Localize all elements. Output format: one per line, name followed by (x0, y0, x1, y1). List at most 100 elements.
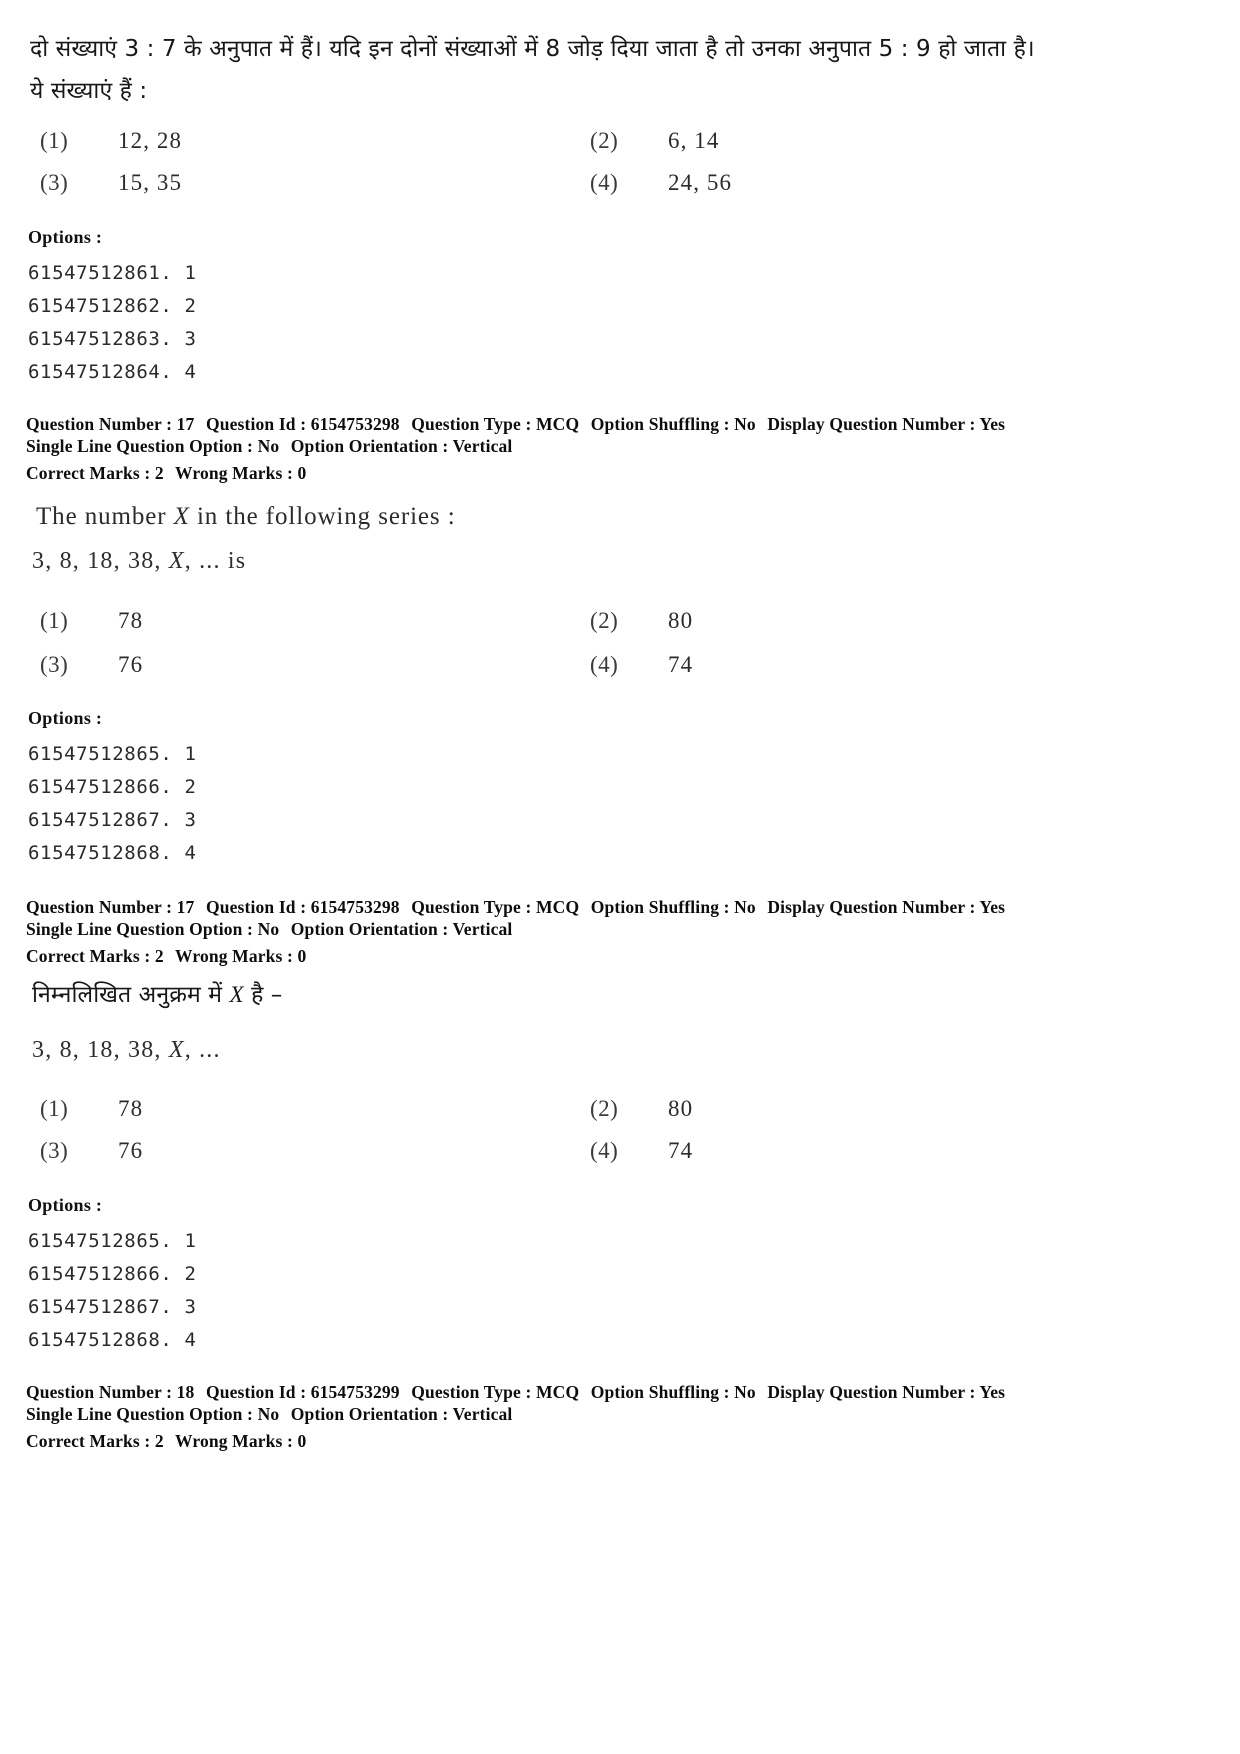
option-id-1: 61547512865. 1 (28, 743, 197, 765)
display-question-number-label: Display Question Number : (767, 1382, 976, 1402)
question-type-value: MCQ (536, 414, 580, 434)
choice-value: 74 (668, 1138, 694, 1163)
choice-number: (1) (40, 128, 69, 153)
question-17-english-series: 3, 8, 18, 38, X, ... is (32, 548, 246, 575)
choice-number: (2) (590, 1096, 619, 1121)
choice-value: 6, 14 (668, 128, 720, 153)
display-question-number-label: Display Question Number : (767, 897, 976, 917)
choice-option-3[interactable]: (3) 76 (40, 652, 590, 678)
question-id-label: Question Id : (206, 1382, 307, 1402)
option-orientation-value: Vertical (452, 919, 513, 939)
correct-marks-label: Correct Marks : (26, 463, 151, 483)
question-17-hindi-series-options-block: Options : 61547512865. 1 61547512866. 2 … (28, 1195, 197, 1357)
display-question-number-value: Yes (979, 897, 1006, 917)
question-number-label: Question Number : (26, 897, 173, 917)
question-17-english-options-block: Options : 61547512865. 1 61547512866. 2 … (28, 708, 197, 870)
question-type-label: Question Type : (411, 414, 532, 434)
question-17-english-choices: (1) 78 (2) 80 (3) 76 (4) 74 (40, 608, 1140, 678)
choice-row: (1) 78 (2) 80 (40, 608, 1140, 634)
choice-option-4[interactable]: (4) 74 (590, 652, 1140, 678)
display-question-number-label: Display Question Number : (767, 414, 976, 434)
choice-value: 78 (118, 1096, 144, 1121)
choice-value: 78 (118, 608, 144, 633)
choice-option-3[interactable]: (3) 76 (40, 1138, 590, 1164)
metadata-block-1: Question Number : 17 Question Id : 61547… (26, 413, 1206, 484)
option-shuffling-value: No (734, 897, 756, 917)
choice-number: (3) (40, 170, 69, 195)
choice-option-2[interactable]: (2) 80 (590, 608, 1140, 634)
option-orientation-value: Vertical (452, 1404, 513, 1424)
question-number-label: Question Number : (26, 1382, 173, 1402)
series-variable-x: X (168, 1037, 185, 1063)
wrong-marks-label: Wrong Marks : (175, 1431, 294, 1451)
choice-option-1[interactable]: (1) 12, 28 (40, 128, 590, 154)
question-17-hindi-stem-line1: दो संख्याएं 3 : 7 के अनुपात में हैं। यदि… (30, 36, 1035, 62)
stem-text-post: है – (243, 982, 283, 1008)
choice-option-2[interactable]: (2) 6, 14 (590, 128, 1140, 154)
option-id-4: 61547512864. 4 (28, 361, 197, 383)
choice-number: (2) (590, 608, 619, 633)
display-question-number-value: Yes (979, 414, 1006, 434)
choice-option-3[interactable]: (3) 15, 35 (40, 170, 590, 196)
wrong-marks-value: 0 (297, 946, 307, 966)
question-17-english-stem: The number X in the following series : (36, 500, 456, 534)
wrong-marks-label: Wrong Marks : (175, 463, 294, 483)
choice-row: (3) 15, 35 (4) 24, 56 (40, 170, 1140, 196)
option-orientation-label: Option Orientation : (290, 919, 449, 939)
choice-option-4[interactable]: (4) 24, 56 (590, 170, 1140, 196)
choice-option-2[interactable]: (2) 80 (590, 1096, 1140, 1122)
choice-option-4[interactable]: (4) 74 (590, 1138, 1140, 1164)
metadata-block-3: Question Number : 18 Question Id : 61547… (26, 1381, 1206, 1452)
question-number-value: 17 (176, 897, 195, 917)
choice-number: (2) (590, 128, 619, 153)
question-type-value: MCQ (536, 897, 580, 917)
option-shuffling-value: No (734, 1382, 756, 1402)
single-line-option-label: Single Line Question Option : (26, 1404, 254, 1424)
option-orientation-value: Vertical (452, 436, 513, 456)
display-question-number-value: Yes (979, 1382, 1006, 1402)
stem-text-pre: निम्नलिखित अनुक्रम में (32, 982, 230, 1008)
option-id-2: 61547512866. 2 (28, 776, 197, 798)
question-type-label: Question Type : (411, 1382, 532, 1402)
wrong-marks-value: 0 (297, 1431, 307, 1451)
option-id-2: 61547512866. 2 (28, 1263, 197, 1285)
stem-text-post: in the following series : (189, 503, 456, 530)
choice-option-1[interactable]: (1) 78 (40, 1096, 590, 1122)
option-id-2: 61547512862. 2 (28, 295, 197, 317)
choice-value: 15, 35 (118, 170, 183, 195)
single-line-option-label: Single Line Question Option : (26, 436, 254, 456)
choice-value: 12, 28 (118, 128, 183, 153)
choice-option-1[interactable]: (1) 78 (40, 608, 590, 634)
wrong-marks-label: Wrong Marks : (175, 946, 294, 966)
choice-number: (1) (40, 1096, 69, 1121)
question-number-value: 18 (176, 1382, 195, 1402)
series-text-pre: 3, 8, 18, 38, (32, 548, 169, 574)
option-shuffling-label: Option Shuffling : (590, 897, 730, 917)
option-orientation-label: Option Orientation : (290, 1404, 449, 1424)
correct-marks-label: Correct Marks : (26, 946, 151, 966)
question-17-hindi-choices: (1) 12, 28 (2) 6, 14 (3) 15, 35 (4) 24, … (40, 128, 1140, 196)
choice-value: 74 (668, 652, 694, 677)
question-number-label: Question Number : (26, 414, 173, 434)
question-17-hindi-stem-line2: ये संख्याएं हैं : (30, 78, 148, 104)
option-shuffling-value: No (734, 414, 756, 434)
single-line-option-label: Single Line Question Option : (26, 919, 254, 939)
option-orientation-label: Option Orientation : (290, 436, 449, 456)
option-id-3: 61547512863. 3 (28, 328, 197, 350)
option-id-4: 61547512868. 4 (28, 1329, 197, 1351)
exam-paper-page: दो संख्याएं 3 : 7 के अनुपात में हैं। यदि… (0, 0, 1240, 1754)
stem-variable-x: X (173, 503, 190, 530)
choice-value: 76 (118, 652, 144, 677)
question-17-hindi-series-stem: निम्नलिखित अनुक्रम में X है – (32, 976, 282, 1014)
choice-number: (4) (590, 652, 619, 677)
question-id-value: 6154753298 (310, 897, 400, 917)
option-id-1: 61547512861. 1 (28, 262, 197, 284)
question-id-value: 6154753298 (310, 414, 400, 434)
choice-row: (1) 12, 28 (2) 6, 14 (40, 128, 1140, 154)
question-type-value: MCQ (536, 1382, 580, 1402)
option-id-3: 61547512867. 3 (28, 1296, 197, 1318)
choice-value: 80 (668, 608, 694, 633)
series-text-post: , ... is (184, 548, 247, 574)
correct-marks-value: 2 (154, 1431, 164, 1451)
series-variable-x: X (168, 548, 185, 574)
